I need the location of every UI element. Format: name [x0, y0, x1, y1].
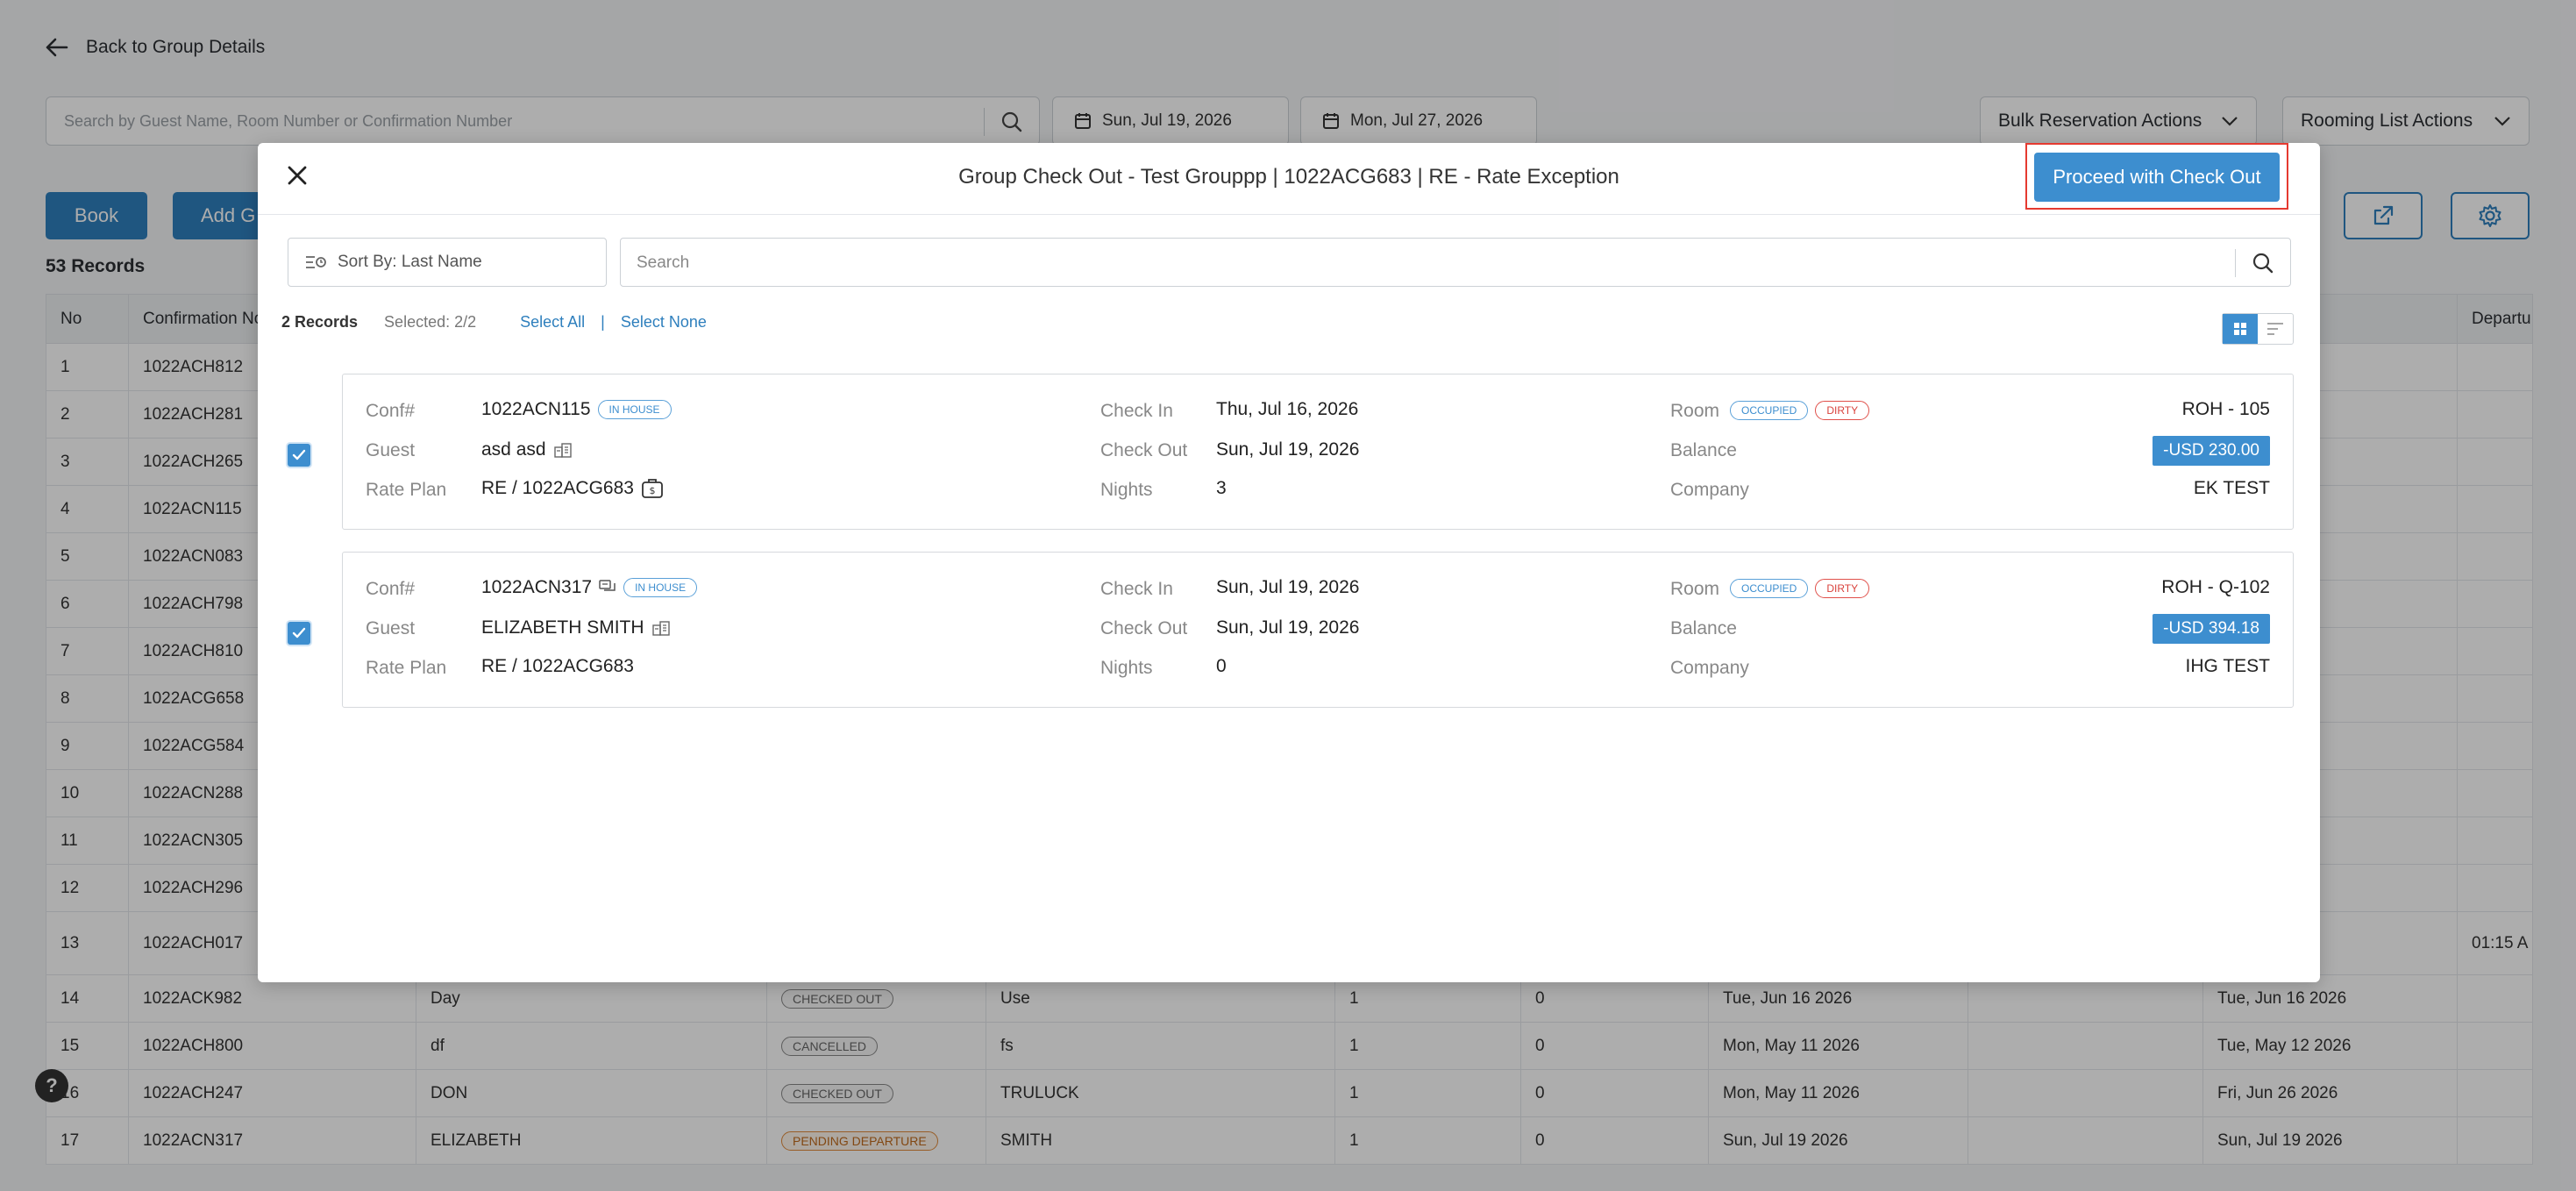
field-label: Company [1670, 658, 1749, 678]
rate-plan: RE / 1022ACG683 [481, 478, 634, 498]
confirmation-number-group: 1022ACN317 IN HOUSE [481, 577, 698, 598]
guest-name[interactable]: asd asd [481, 439, 546, 460]
guest-group: ELIZABETH SMITH [481, 617, 671, 638]
field-label: Room [1670, 579, 1720, 599]
select-none-link[interactable]: Select None [621, 313, 707, 332]
field-label: Rate Plan [366, 658, 447, 678]
separator: | [601, 313, 605, 331]
confirmation-number-group: 1022ACN115 IN HOUSE [481, 399, 672, 420]
selection-bar: 2 Records Selected: 2/2 Select All | Sel… [281, 313, 707, 332]
reservation-status-badge: IN HOUSE [623, 578, 698, 597]
balance-amount: -USD 394.18 [2153, 614, 2270, 644]
field-label: Check In [1100, 401, 1173, 421]
modal-title: Group Check Out - Test Grouppp | 1022ACG… [958, 165, 1619, 189]
reservation-card[interactable]: Conf# 1022ACN115 IN HOUSE Guest asd asd Rate … [342, 374, 2294, 530]
selected-count: Selected: 2/2 [384, 313, 477, 331]
rate-plan-group: RE / 1022ACG683 [481, 656, 634, 677]
divider [2235, 249, 2236, 277]
check-icon [292, 449, 306, 460]
sort-dropdown[interactable]: Sort By: Last Name [288, 238, 607, 287]
guest-name[interactable]: ELIZABETH SMITH [481, 617, 644, 638]
check-in-date: Sun, Jul 19, 2026 [1216, 577, 1360, 597]
records-count: 2 Records [281, 313, 359, 331]
rate-plan: RE / 1022ACG683 [481, 656, 634, 676]
check-out-date: Sun, Jul 19, 2026 [1216, 617, 1360, 638]
balance-group: -USD 230.00 [2153, 436, 2270, 466]
reservation-checkbox[interactable] [288, 444, 310, 467]
nights-count: 0 [1216, 656, 1227, 676]
confirmation-number[interactable]: 1022ACN317 [481, 577, 592, 598]
field-label: Guest [366, 618, 416, 638]
field-label: Check In [1100, 579, 1173, 599]
comments-icon [599, 580, 616, 591]
reservation-checkbox[interactable] [288, 622, 310, 645]
check-icon [292, 627, 306, 638]
company-icon [553, 443, 572, 458]
modal-header: Group Check Out - Test Grouppp | 1022ACG… [258, 143, 2320, 215]
guest-group: asd asd [481, 439, 573, 460]
group-check-out-modal: Group Check Out - Test Grouppp | 1022ACG… [258, 143, 2320, 982]
field-label: Nights [1100, 658, 1153, 678]
balance-amount: -USD 230.00 [2153, 436, 2270, 466]
field-label: Nights [1100, 480, 1153, 500]
room-number: ROH - 105 [2181, 399, 2270, 419]
reservation-status-badge: IN HOUSE [597, 400, 672, 419]
view-toggle [2222, 313, 2294, 345]
nights-count: 3 [1216, 478, 1227, 498]
room-number: ROH - Q-102 [2161, 577, 2270, 597]
grid-icon [2234, 323, 2246, 335]
modal-search-input[interactable]: Search [620, 238, 2291, 287]
reservation-card[interactable]: Conf# 1022ACN317 IN HOUSE Guest ELIZABETH SM… [342, 552, 2294, 708]
housekeeping-badge: DIRTY [1815, 579, 1870, 598]
company-name: EK TEST [2193, 478, 2270, 498]
field-label: Check Out [1100, 440, 1188, 460]
rate-plan-group: RE / 1022ACG683 $ [481, 478, 664, 499]
field-label: Guest [366, 440, 416, 460]
search-icon[interactable] [2252, 252, 2274, 275]
field-label: Rate Plan [366, 480, 447, 500]
room-occupancy-badge: OCCUPIED [1730, 401, 1809, 420]
confirmation-number[interactable]: 1022ACN115 [481, 399, 591, 420]
company-icon [651, 621, 670, 636]
proceed-with-check-out-button[interactable]: Proceed with Check Out [2034, 153, 2280, 202]
field-label: Conf# [366, 401, 416, 421]
field-label: Balance [1670, 440, 1737, 460]
check-in-date: Thu, Jul 16, 2026 [1216, 399, 1359, 419]
balance-group: -USD 394.18 [2153, 614, 2270, 644]
company-name: IHG TEST [2185, 656, 2270, 676]
rate-icon: $ [642, 479, 663, 498]
sort-label: Sort By: Last Name [338, 253, 482, 271]
list-icon [2267, 323, 2283, 335]
room-occupancy-badge: OCCUPIED [1730, 579, 1809, 598]
field-label: Company [1670, 480, 1749, 500]
sort-icon [306, 256, 326, 268]
select-all-link[interactable]: Select All [520, 313, 585, 332]
housekeeping-badge: DIRTY [1815, 401, 1870, 420]
field-label: Check Out [1100, 618, 1188, 638]
room-status-group: OCCUPIED DIRTY [1730, 401, 1870, 420]
svg-text:$: $ [649, 485, 655, 496]
check-out-date: Sun, Jul 19, 2026 [1216, 439, 1360, 460]
field-label: Room [1670, 401, 1720, 421]
room-status-group: OCCUPIED DIRTY [1730, 579, 1870, 598]
grid-view-button[interactable] [2223, 314, 2258, 344]
field-label: Balance [1670, 618, 1737, 638]
search-placeholder: Search [637, 253, 690, 272]
field-label: Conf# [366, 579, 416, 599]
list-view-button[interactable] [2258, 314, 2293, 344]
